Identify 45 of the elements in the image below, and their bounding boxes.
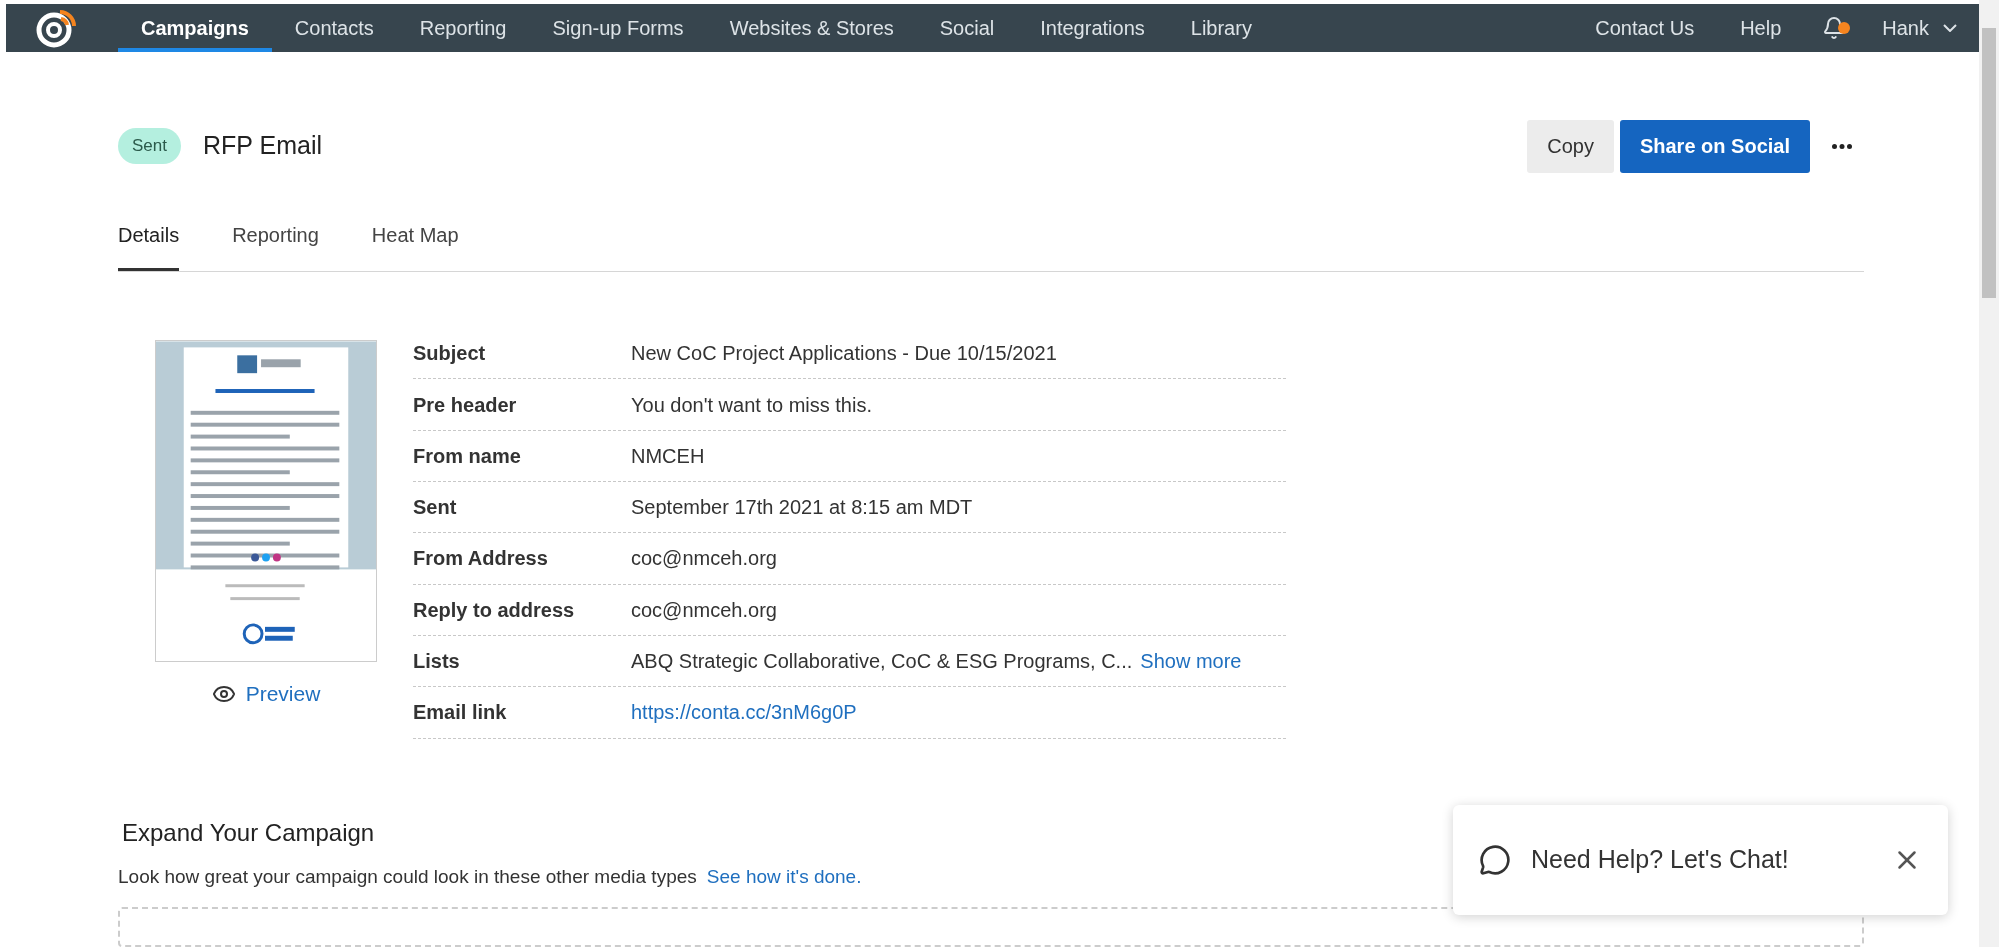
see-how-link[interactable]: See how it's done. xyxy=(706,862,862,891)
scrollbar[interactable] xyxy=(1979,0,1999,947)
detail-value: ABQ Strategic Collaborative, CoC & ESG Programs, C... xyxy=(631,649,1133,675)
tab[interactable]: Heat Map xyxy=(371,220,459,272)
detail-label: Lists xyxy=(413,649,461,675)
status-badge: Sent xyxy=(118,128,181,164)
nav-link[interactable]: Integrations xyxy=(1017,4,1168,53)
user-menu[interactable]: Hank xyxy=(1864,4,1957,53)
copy-button[interactable]: Copy xyxy=(1527,119,1614,173)
detail-label: From name xyxy=(413,443,522,469)
detail-label: Email link xyxy=(413,700,508,726)
nav-link[interactable]: Help xyxy=(1717,4,1805,53)
detail-label: Sent xyxy=(413,495,458,521)
preview-link[interactable]: Preview xyxy=(211,678,321,710)
nav-link[interactable]: Websites & Stores xyxy=(706,4,917,53)
section-description: Look how great your campaign could look in these other media types xyxy=(118,864,697,889)
nav-link[interactable]: Sign-up Forms xyxy=(529,4,707,53)
detail-label: From Address xyxy=(413,546,549,572)
detail-value: NMCEH xyxy=(631,443,705,469)
show-more-link[interactable]: Show more xyxy=(1140,646,1242,677)
section-title: Expand Your Campaign xyxy=(122,817,376,848)
nav-link[interactable]: Reporting xyxy=(396,4,530,53)
chat-label: Need Help? Let's Chat! xyxy=(1531,844,1789,876)
detail-value: coc@nmceh.org xyxy=(631,597,777,623)
nav-link[interactable]: Campaigns xyxy=(118,4,272,53)
nav-link[interactable]: Social xyxy=(916,4,1018,53)
detail-value: You don't want to miss this. xyxy=(631,392,872,418)
email-link[interactable]: https://conta.cc/3nM6g0P xyxy=(631,697,857,728)
nav-link[interactable]: Library xyxy=(1167,4,1275,53)
detail-value: September 17th 2021 at 8:15 am MDT xyxy=(631,495,973,521)
detail-value: coc@nmceh.org xyxy=(631,546,777,572)
nav-link[interactable]: Contact Us xyxy=(1572,4,1718,53)
nav-link[interactable]: Contacts xyxy=(271,4,397,53)
share-button[interactable]: Share on Social xyxy=(1619,119,1810,173)
tab[interactable]: Reporting xyxy=(232,220,319,272)
detail-label: Pre header xyxy=(413,392,518,418)
chat-widget[interactable]: Need Help? Let's Chat! xyxy=(1453,805,1948,915)
detail-label: Reply to address xyxy=(413,597,576,623)
detail-value: New CoC Project Applications - Due 10/15/2021 xyxy=(631,341,1057,367)
detail-label: Subject xyxy=(413,341,487,367)
campaign-title: RFP Email xyxy=(203,130,322,162)
tab[interactable]: Details xyxy=(118,220,180,272)
chat-icon xyxy=(1479,844,1511,876)
chevron-down-icon xyxy=(1943,24,1957,33)
more-icon xyxy=(1832,143,1852,149)
